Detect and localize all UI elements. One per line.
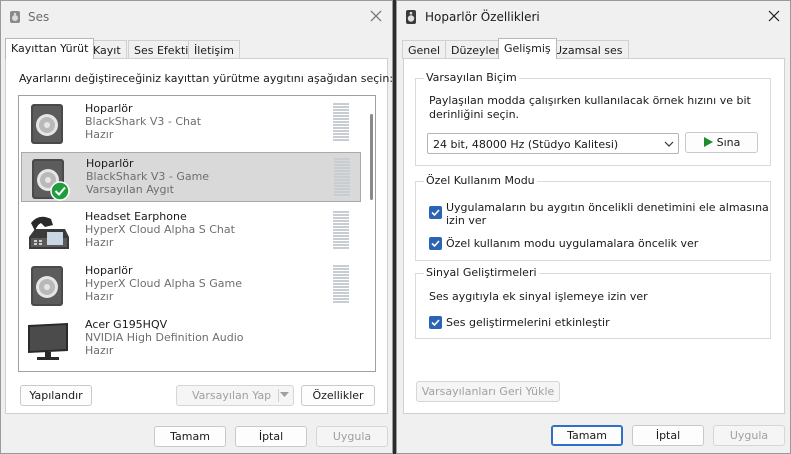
monitor-icon <box>28 323 68 360</box>
exclusive-priority-label[interactable]: Özel kullanım modu uygulamalara öncelik … <box>446 237 698 250</box>
device-status: Hazır <box>85 290 114 303</box>
tab-advanced[interactable]: Gelişmiş <box>498 38 557 59</box>
group-label: Özel Kullanım Modu <box>424 174 537 187</box>
window-title: Hoparlör Özellikleri <box>425 10 540 24</box>
window-title: Ses <box>28 10 50 24</box>
sound-tabs: Kayıttan Yürüt Kayıt Ses Efekti İletişim <box>1 38 392 59</box>
chevron-down-icon[interactable] <box>280 392 289 398</box>
level-meter <box>334 158 350 198</box>
speaker-icon <box>10 11 20 23</box>
tab-label: İletişim <box>194 44 234 57</box>
cancel-button[interactable]: İptal <box>235 426 307 447</box>
speaker-default-icon <box>32 159 70 201</box>
tab-communications[interactable]: İletişim <box>188 40 240 59</box>
properties-titlebar[interactable]: Hoparlör Özellikleri <box>397 1 790 32</box>
properties-tabs: Genel Düzeyler Gelişmiş Uzamsal ses <box>397 38 790 59</box>
tab-sound-effects[interactable]: Ses Efekti <box>128 40 195 59</box>
list-scrollbar[interactable] <box>370 114 373 200</box>
level-meter <box>333 265 349 305</box>
level-meter <box>333 103 349 143</box>
instruction-text: Ayarlarını değiştireceğiniz kayıttan yür… <box>19 72 393 85</box>
list-item[interactable]: Acer G195HQV NVIDIA High Definition Audi… <box>21 314 361 364</box>
sound-window: Ses Kayıttan Yürüt Kayıt Ses Efekti İlet… <box>0 0 393 454</box>
close-icon[interactable] <box>766 8 782 24</box>
tab-label: Uzamsal ses <box>554 44 623 57</box>
device-name: Hoparlör <box>86 157 134 170</box>
apply-button[interactable]: Uygula <box>316 426 388 447</box>
exclusive-control-label[interactable]: Uygulamaların bu aygıtın öncelikli denet… <box>446 201 769 214</box>
device-desc: HyperX Cloud Alpha S Game <box>85 277 243 290</box>
tab-label: Gelişmiş <box>504 42 551 55</box>
test-label: Sına <box>716 136 741 149</box>
format-description: Paylaşılan modda çalışırken kullanılacak… <box>429 94 751 107</box>
chevron-down-icon <box>664 141 674 147</box>
format-description: derinliğini seçin. <box>429 108 520 121</box>
list-item[interactable]: Hoparlör BlackShark V3 - Chat Hazır <box>21 98 361 148</box>
test-button[interactable]: Sına <box>685 132 758 153</box>
cancel-button[interactable]: İptal <box>632 425 704 446</box>
properties-button[interactable]: Özellikler <box>301 385 375 406</box>
ok-button[interactable]: Tamam <box>551 425 623 446</box>
sample-rate-value: 24 bit, 48000 Hz (Stüdyo Kalitesi) <box>433 138 619 151</box>
apply-button[interactable]: Uygula <box>713 425 785 446</box>
tab-label: Kayıttan Yürüt <box>11 42 89 55</box>
enable-enhancements-checkbox[interactable] <box>429 316 442 329</box>
close-icon[interactable] <box>368 8 384 24</box>
device-desc: BlackShark V3 - Game <box>86 170 210 183</box>
tab-playback[interactable]: Kayıttan Yürüt <box>5 38 95 59</box>
enhancements-description: Ses aygıtıyla ek sinyal işlemeye izin ve… <box>429 290 648 303</box>
check-icon <box>431 240 440 248</box>
enable-enhancements-label[interactable]: Ses geliştirmelerini etkinleştir <box>446 316 610 329</box>
headset-phone-icon <box>29 216 69 249</box>
device-desc: BlackShark V3 - Chat <box>85 115 202 128</box>
divider <box>278 389 279 402</box>
speaker-icon <box>31 104 63 144</box>
group-label: Varsayılan Biçim <box>424 71 519 84</box>
device-name: Headset Earphone <box>85 210 187 223</box>
device-status: Hazır <box>85 344 114 357</box>
check-icon <box>431 319 440 327</box>
play-icon <box>703 137 713 147</box>
tab-label: Ses Efekti <box>134 44 189 57</box>
ok-button[interactable]: Tamam <box>154 426 226 447</box>
check-icon <box>431 209 440 217</box>
exclusive-mode-group: Özel Kullanım Modu Uygulamaların bu aygı… <box>415 174 771 261</box>
advanced-panel: Varsayılan Biçim Paylaşılan modda çalışı… <box>403 58 785 414</box>
list-item[interactable]: Headset Earphone HyperX Cloud Alpha S Ch… <box>21 206 361 256</box>
list-item[interactable]: Hoparlör HyperX Cloud Alpha S Game Hazır <box>21 260 361 310</box>
device-desc: HyperX Cloud Alpha S Chat <box>85 223 235 236</box>
level-meter <box>333 211 349 251</box>
speaker-icon <box>406 10 416 24</box>
group-label: Sinyal Geliştirmeleri <box>424 266 539 279</box>
exclusive-control-label[interactable]: izin ver <box>446 214 486 227</box>
configure-button[interactable]: Yapılandır <box>20 385 92 406</box>
device-name: Hoparlör <box>85 102 133 115</box>
restore-defaults-button[interactable]: Varsayılanları Geri Yükle <box>416 381 560 402</box>
sample-rate-select[interactable]: 24 bit, 48000 Hz (Stüdyo Kalitesi) <box>427 133 679 154</box>
device-status: Hazır <box>85 236 114 249</box>
device-status: Varsayılan Aygıt <box>86 183 174 196</box>
set-default-button[interactable]: Varsayılan Yap <box>176 385 294 406</box>
signal-enhancements-group: Sinyal Geliştirmeleri Ses aygıtıyla ek s… <box>415 266 771 339</box>
device-name: Acer G195HQV <box>85 318 168 331</box>
default-format-group: Varsayılan Biçim Paylaşılan modda çalışı… <box>415 71 771 166</box>
tab-label: Kayıt <box>93 44 121 57</box>
tab-spatial-sound[interactable]: Uzamsal ses <box>548 40 629 59</box>
device-list[interactable]: Hoparlör BlackShark V3 - Chat Hazır Hopa… <box>18 95 376 372</box>
exclusive-priority-checkbox[interactable] <box>429 237 442 250</box>
tab-general[interactable]: Genel <box>402 40 447 59</box>
device-desc: NVIDIA High Definition Audio <box>85 331 244 344</box>
tab-levels[interactable]: Düzeyler <box>445 40 506 59</box>
device-status: Hazır <box>85 128 114 141</box>
exclusive-control-checkbox[interactable] <box>429 206 442 219</box>
set-default-label: Varsayılan Yap <box>192 389 272 402</box>
tab-label: Düzeyler <box>451 44 500 57</box>
tab-label: Genel <box>408 44 441 57</box>
device-name: Hoparlör <box>85 264 133 277</box>
list-item[interactable]: Hoparlör BlackShark V3 - Game Varsayılan… <box>21 152 361 202</box>
speaker-properties-window: Hoparlör Özellikleri Genel Düzeyler Geli… <box>396 0 791 454</box>
sound-titlebar[interactable]: Ses <box>1 1 392 32</box>
speaker-icon <box>31 266 63 306</box>
